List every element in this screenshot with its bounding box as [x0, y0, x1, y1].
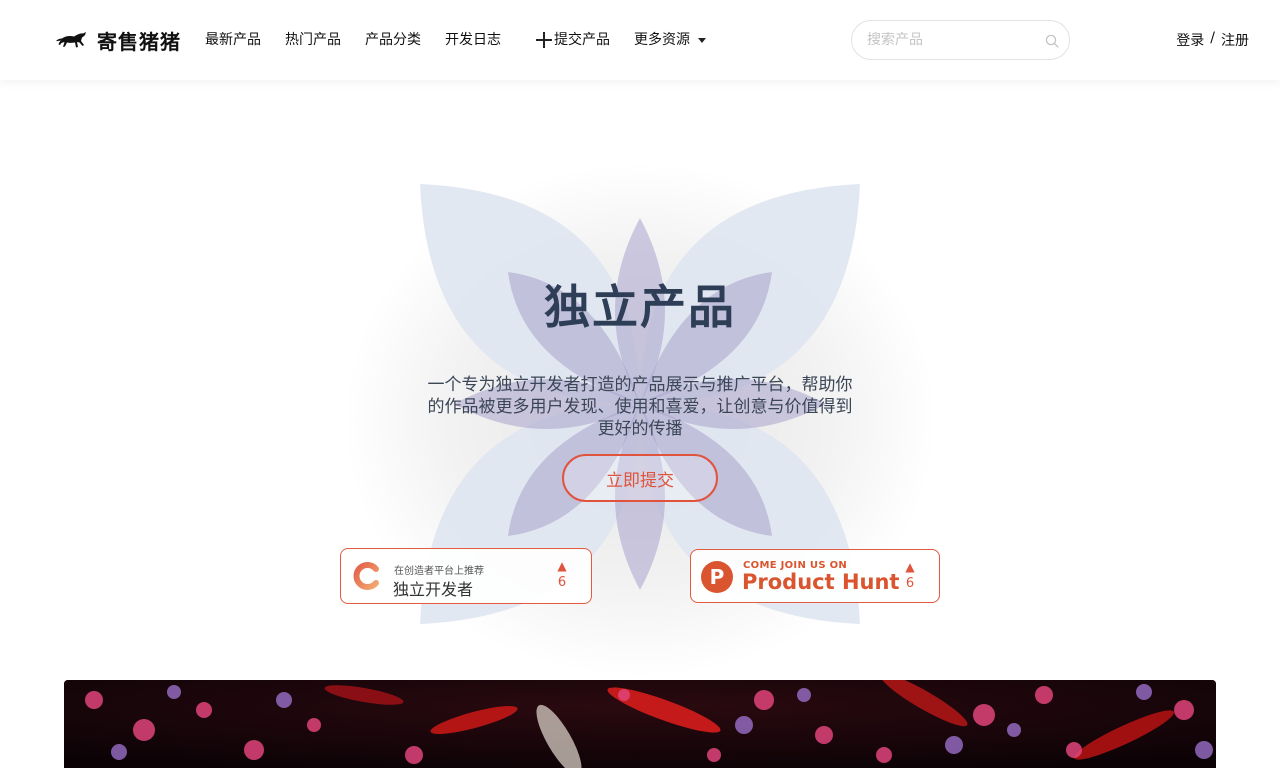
upvote-counter: ▲ 6: [900, 561, 920, 592]
login-link[interactable]: 登录: [1176, 30, 1204, 50]
badge-name: 独立开发者: [393, 580, 474, 599]
c-logo-icon: [353, 562, 379, 590]
search-box: [851, 20, 1070, 60]
register-link[interactable]: 注册: [1221, 30, 1249, 50]
nav-devlog[interactable]: 开发日志: [445, 30, 501, 50]
badge-name: Product Hunt: [742, 570, 900, 594]
vote-count: 6: [557, 575, 567, 590]
plus-icon: [535, 31, 553, 49]
search-icon[interactable]: [1045, 34, 1059, 48]
triangle-up-icon: ▲: [557, 559, 567, 573]
nav-popular[interactable]: 热门产品: [285, 30, 341, 50]
top-header: 寄售猪猪 最新产品 热门产品 产品分类 开发日志 提交产品 更多资源 登录 / …: [0, 0, 1280, 80]
triangle-up-icon: ▲: [905, 560, 915, 574]
submit-product-label: 提交产品: [554, 32, 610, 48]
more-resources-label: 更多资源: [634, 32, 690, 48]
nav-categories[interactable]: 产品分类: [365, 30, 421, 50]
search-input[interactable]: [867, 30, 1037, 50]
submit-now-button[interactable]: 立即提交: [562, 454, 718, 502]
nav-latest[interactable]: 最新产品: [205, 30, 261, 50]
site-logo[interactable]: 寄售猪猪: [55, 26, 181, 54]
auth-links: 登录 / 注册: [1176, 30, 1249, 50]
vote-count: 6: [905, 576, 915, 591]
hero-title: 独立产品: [544, 280, 736, 334]
koi-maple-artwork: [64, 680, 1216, 768]
auth-separator: /: [1210, 30, 1215, 46]
badge-tagline: 在创造者平台上推荐: [394, 566, 484, 577]
main-nav: 最新产品 热门产品 产品分类 开发日志 提交产品 更多资源: [205, 30, 730, 50]
hero-banner-image: [64, 680, 1216, 768]
submit-product-link[interactable]: 提交产品: [535, 30, 610, 50]
horse-icon: [56, 32, 86, 48]
more-resources-dropdown[interactable]: 更多资源: [634, 30, 706, 50]
producthunt-logo-icon: P: [701, 561, 733, 593]
upvote-counter: ▲ 6: [552, 560, 572, 591]
chuangye-badge[interactable]: 在创造者平台上推荐 独立开发者 ▲ 6: [340, 548, 592, 604]
chevron-down-icon: [698, 37, 706, 43]
hero-description: 一个专为独立开发者打造的产品展示与推广平台，帮助你的作品被更多用户发现、使用和喜…: [427, 375, 853, 439]
logo-text: 寄售猪猪: [97, 29, 181, 54]
producthunt-badge[interactable]: P COME JOIN US ON Product Hunt ▲ 6: [690, 549, 940, 603]
